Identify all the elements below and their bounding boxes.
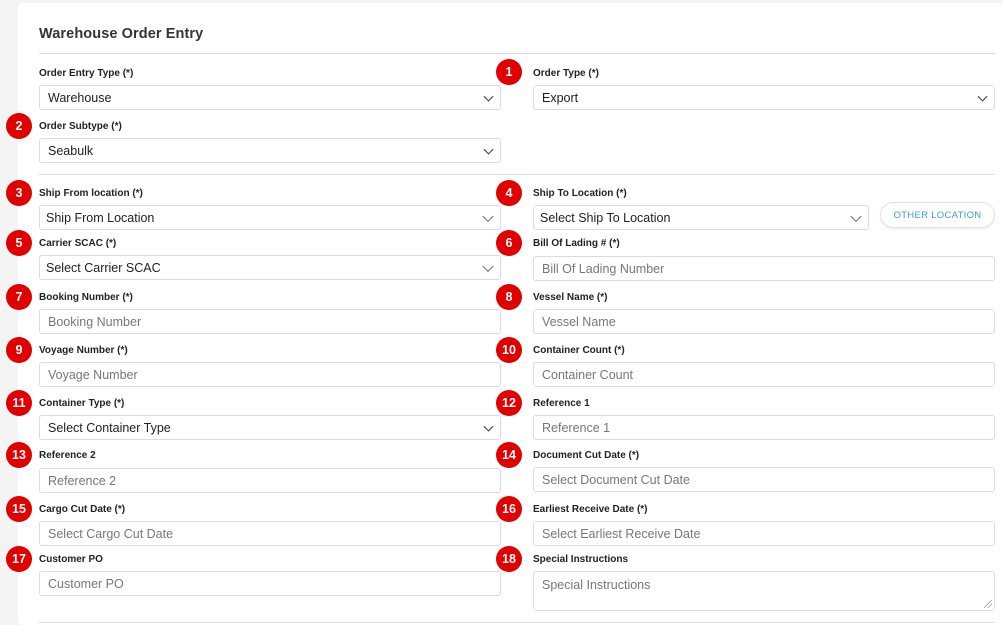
ship-from-label: Ship From location (*) — [39, 188, 143, 199]
document-cut-date-label: Document Cut Date (*) — [533, 450, 640, 461]
vessel-name-label: Vessel Name (*) — [533, 292, 608, 303]
step-badge-10: 10 — [496, 337, 522, 363]
step-badge-15: 15 — [6, 496, 32, 522]
bottom-divider — [39, 622, 995, 623]
step-badge-6: 6 — [496, 230, 522, 256]
step-badge-9: 9 — [6, 337, 32, 363]
chevron-down-icon — [850, 210, 862, 222]
customer-po-input[interactable]: Customer PO — [39, 571, 501, 596]
step-badge-14: 14 — [496, 442, 522, 468]
order-subtype-value: Seabulk — [48, 143, 94, 158]
chevron-down-icon — [483, 91, 494, 102]
reference-2-label: Reference 2 — [39, 450, 96, 461]
vessel-name-input[interactable]: Vessel Name — [533, 309, 995, 334]
special-instructions-textarea[interactable]: Special Instructions — [533, 571, 995, 611]
resize-handle-icon[interactable] — [984, 600, 992, 608]
order-entry-type-select[interactable]: Warehouse — [39, 85, 501, 110]
reference-1-label: Reference 1 — [533, 398, 590, 409]
step-badge-11: 11 — [6, 390, 32, 416]
ship-from-value: Ship From Location — [46, 210, 155, 225]
ship-to-select[interactable]: Select Ship To Location — [533, 205, 869, 230]
chevron-down-icon — [483, 421, 494, 432]
step-badge-1: 1 — [496, 59, 522, 85]
step-badge-5: 5 — [6, 230, 32, 256]
step-badge-4: 4 — [496, 180, 522, 206]
chevron-down-icon — [483, 144, 494, 155]
order-entry-type-label: Order Entry Type (*) — [39, 68, 134, 79]
container-type-select[interactable]: Select Container Type — [39, 415, 501, 440]
voyage-number-label: Voyage Number (*) — [39, 345, 128, 356]
cargo-cut-date-label: Cargo Cut Date (*) — [39, 504, 126, 515]
cargo-cut-date-input[interactable]: Select Cargo Cut Date — [39, 521, 501, 546]
step-badge-7: 7 — [6, 284, 32, 310]
page-title: Warehouse Order Entry — [39, 26, 204, 42]
bill-of-lading-label: Bill Of Lading # (*) — [533, 238, 620, 249]
step-badge-17: 17 — [6, 546, 32, 572]
booking-number-label: Booking Number (*) — [39, 292, 133, 303]
other-location-button[interactable]: OTHER LOCATION — [880, 202, 995, 228]
ship-to-value: Select Ship To Location — [540, 210, 671, 225]
bill-of-lading-input[interactable]: Bill Of Lading Number — [533, 256, 995, 281]
voyage-number-input[interactable]: Voyage Number — [39, 362, 501, 387]
container-type-value: Select Container Type — [48, 420, 171, 435]
title-divider — [39, 53, 995, 54]
carrier-scac-value: Select Carrier SCAC — [46, 260, 161, 275]
chevron-down-icon — [482, 210, 494, 222]
step-badge-12: 12 — [496, 390, 522, 416]
carrier-scac-select[interactable]: Select Carrier SCAC — [39, 255, 501, 280]
special-instructions-label: Special Instructions — [533, 554, 629, 565]
reference-2-input[interactable]: Reference 2 — [39, 468, 501, 493]
earliest-receive-date-input[interactable]: Select Earliest Receive Date — [533, 521, 995, 546]
container-count-label: Container Count (*) — [533, 345, 625, 356]
container-count-input[interactable]: Container Count — [533, 362, 995, 387]
special-instructions-placeholder: Special Instructions — [542, 578, 651, 592]
customer-po-label: Customer PO — [39, 554, 103, 565]
order-subtype-label: Order Subtype (*) — [39, 121, 122, 132]
order-type-value: Export — [542, 90, 579, 105]
booking-number-input[interactable]: Booking Number — [39, 309, 501, 334]
ship-to-label: Ship To Location (*) — [533, 188, 627, 199]
order-subtype-select[interactable]: Seabulk — [39, 138, 501, 163]
chevron-down-icon — [977, 91, 988, 102]
order-type-label: Order Type (*) — [533, 68, 599, 79]
ship-from-select[interactable]: Ship From Location — [39, 205, 501, 230]
step-badge-3: 3 — [6, 180, 32, 206]
step-badge-16: 16 — [496, 496, 522, 522]
document-cut-date-input[interactable]: Select Document Cut Date — [533, 467, 995, 492]
section-divider — [39, 174, 995, 175]
chevron-down-icon — [482, 260, 494, 272]
order-entry-type-value: Warehouse — [48, 90, 112, 105]
reference-1-input[interactable]: Reference 1 — [533, 415, 995, 440]
earliest-receive-date-label: Earliest Receive Date (*) — [533, 504, 648, 515]
order-type-select[interactable]: Export — [533, 85, 995, 110]
step-badge-18: 18 — [496, 546, 522, 572]
container-type-label: Container Type (*) — [39, 398, 125, 409]
step-badge-8: 8 — [496, 284, 522, 310]
carrier-scac-label: Carrier SCAC (*) — [39, 238, 117, 249]
step-badge-2: 2 — [6, 113, 32, 139]
step-badge-13: 13 — [6, 442, 32, 468]
